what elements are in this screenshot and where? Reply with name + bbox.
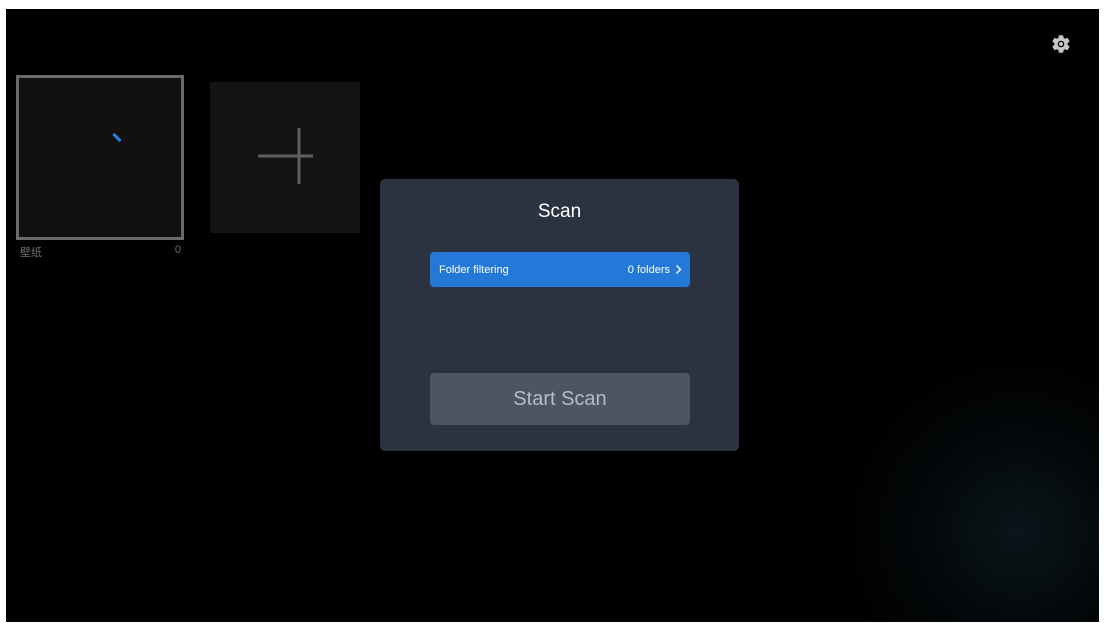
chevron-right-icon: [676, 265, 682, 274]
album-count: 0: [174, 244, 181, 256]
screen: 壁纸 0 Scan Folder filtering 0 folders Sta…: [6, 9, 1099, 622]
add-album-button[interactable]: [210, 82, 360, 233]
start-scan-button[interactable]: Start Scan: [430, 373, 690, 425]
settings-button[interactable]: [1050, 33, 1072, 55]
album-card-wallpaper[interactable]: [16, 75, 184, 240]
dialog-title: Scan: [537, 201, 582, 222]
scan-dialog: Scan Folder filtering 0 folders Start Sc…: [380, 179, 739, 451]
gear-icon: [1052, 35, 1070, 53]
folder-filtering-button[interactable]: Folder filtering 0 folders: [430, 252, 690, 287]
folder-count: 0 folders: [627, 263, 670, 276]
folder-filtering-value-group: 0 folders: [628, 264, 682, 276]
album-label: 壁纸: [20, 247, 42, 259]
folder-filtering-label: Folder filtering: [439, 263, 509, 276]
background-glow: [839, 352, 1099, 622]
plus-icon: [258, 128, 313, 184]
album-thumbnail: [112, 132, 122, 143]
